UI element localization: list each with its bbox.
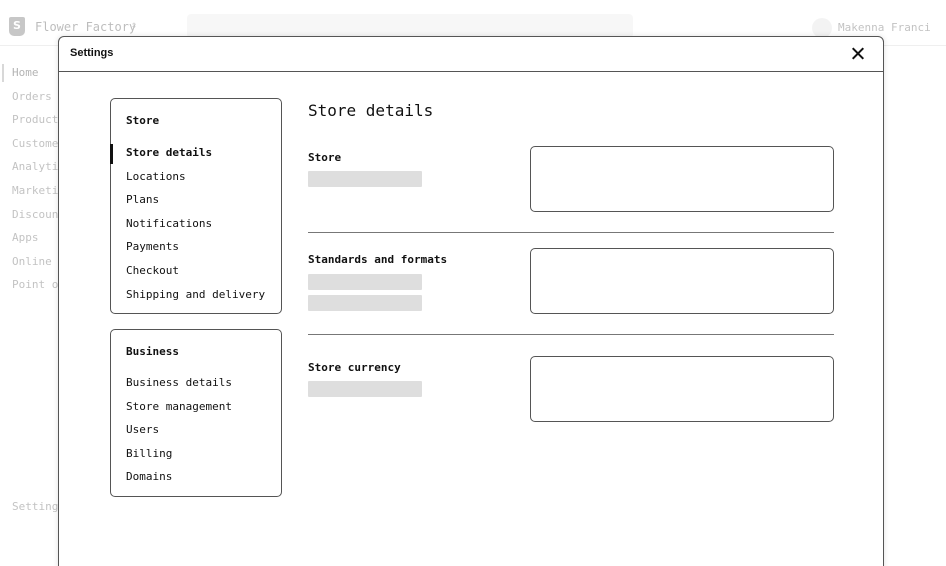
nav-item-users[interactable]: Users [111,423,281,447]
store-currency-section: Store currency [308,356,834,427]
nav-item-notifications[interactable]: Notifications [111,217,281,241]
business-nav-heading: Business [126,345,179,358]
store-section-label: Store [308,151,342,164]
store-currency-skeleton-line [308,381,422,397]
divider [308,334,834,335]
nav-item-business-details[interactable]: Business details [111,376,281,400]
modal-title: Settings [70,47,114,59]
user-name: Makenna Franci [838,21,931,34]
nav-item-checkout[interactable]: Checkout [111,264,281,288]
store-card[interactable] [530,146,834,212]
business-nav-list: Business details Store management Users … [111,376,281,494]
store-nav-panel: Store Store details Locations Plans Noti… [110,98,282,314]
nav-item-billing[interactable]: Billing [111,447,281,471]
close-icon[interactable] [849,45,867,63]
nav-item-domains[interactable]: Domains [111,470,281,494]
divider [308,232,834,233]
nav-item-locations[interactable]: Locations [111,170,281,194]
nav-item-store-management[interactable]: Store management [111,400,281,424]
shopify-logo-icon [9,17,25,36]
nav-item-plans[interactable]: Plans [111,193,281,217]
store-section: Store [308,146,834,217]
business-nav-panel: Business Business details Store manageme… [110,329,282,497]
standards-and-formats-section: Standards and formats [308,248,834,319]
bg-nav-item-settings: Setting [12,500,59,513]
store-skeleton-line [308,171,422,187]
modal-header: Settings [59,37,883,72]
nav-active-indicator [2,64,4,82]
avatar [812,18,832,38]
store-switcher-chevron-icon: ⇕ [131,20,138,31]
standards-skeleton-line [308,295,422,311]
store-name: Flower Factory [35,20,137,34]
store-nav-list: Store details Locations Plans Notificati… [110,144,281,312]
page-title: Store details [308,101,434,120]
standards-skeleton-line [308,274,422,290]
store-currency-card[interactable] [530,356,834,422]
settings-modal: Settings Store Store details Locations P… [58,36,884,566]
store-currency-section-label: Store currency [308,361,401,374]
store-nav-heading: Store [126,114,160,127]
nav-item-shipping-and-delivery[interactable]: Shipping and delivery [111,288,281,312]
nav-item-payments[interactable]: Payments [111,240,281,264]
standards-and-formats-card[interactable] [530,248,834,314]
search-bar [187,14,633,38]
nav-item-store-details[interactable]: Store details [110,144,281,170]
standards-section-label: Standards and formats [308,253,448,266]
